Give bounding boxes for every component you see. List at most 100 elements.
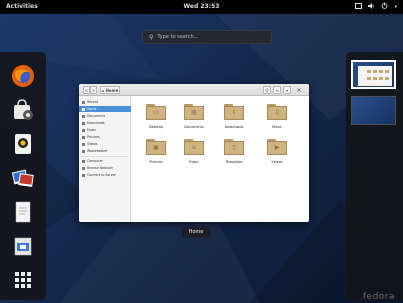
files-icon[interactable] <box>9 232 37 260</box>
path-label: Home <box>105 87 119 93</box>
folder-icon: ♫ <box>267 104 287 120</box>
place-icon <box>82 128 85 132</box>
folder-emblem-icon: ♫ <box>274 109 280 116</box>
sidebar-item-label: Browse Network <box>87 166 113 170</box>
screen-icon[interactable] <box>355 2 363 11</box>
folder-emblem-icon: ▭ <box>153 109 159 116</box>
search-placeholder: Type to search... <box>157 34 199 40</box>
place-icon <box>82 159 85 163</box>
place-icon <box>82 107 85 111</box>
folder-icon: ▣ <box>146 139 166 155</box>
sidebar-item-browse-network[interactable]: Browse Network <box>79 165 131 171</box>
activities-button[interactable]: Activities <box>6 3 38 10</box>
sidebar-item-music[interactable]: Music <box>79 127 131 133</box>
photos-icon[interactable] <box>9 164 37 192</box>
place-icon <box>82 166 85 170</box>
folder-emblem-icon: ▯ <box>232 144 236 151</box>
folder-item[interactable]: ▯ Templates <box>221 139 247 173</box>
folder-item[interactable]: ⇩ Downloads <box>221 104 247 138</box>
fedora-watermark: fedora <box>362 292 395 302</box>
menu-button[interactable]: ▾ <box>283 86 291 94</box>
folder-item[interactable]: ▤ Documents <box>181 104 207 138</box>
folder-emblem-icon: ⇩ <box>231 109 237 116</box>
app-grid-icon[interactable] <box>9 266 37 294</box>
folder-label: Documents <box>184 125 204 129</box>
sidebar-item-label: Computer <box>87 159 103 163</box>
sidebar-item-computer[interactable]: Computer <box>79 158 131 164</box>
sidebar-item-label: Videos <box>87 142 98 146</box>
power-icon[interactable] <box>381 2 388 11</box>
clock[interactable]: Wed 23:53 <box>184 3 220 10</box>
workspace-2-thumbnail[interactable] <box>351 96 396 125</box>
sidebar-item-downloads[interactable]: Downloads <box>79 120 131 126</box>
folder-icon: ⌂ <box>184 139 204 155</box>
sidebar-item-label: Pictures <box>87 135 100 139</box>
sidebar-item-label: Home <box>87 107 97 111</box>
home-icon: ⌂ <box>101 87 105 93</box>
workspace-1-thumbnail[interactable] <box>351 60 396 89</box>
folder-icon: ▤ <box>184 104 204 120</box>
sidebar-item-documents[interactable]: Documents <box>79 113 131 119</box>
dash <box>0 52 46 300</box>
folder-label: Downloads <box>224 125 244 129</box>
folder-item[interactable]: ▭ Desktop <box>143 104 169 138</box>
sidebar-separator <box>82 156 128 157</box>
place-icon <box>82 149 85 153</box>
clock-container: Wed 23:53 <box>0 3 403 10</box>
folder-item[interactable]: ⌂ Public <box>181 139 207 173</box>
search-button[interactable]: Q <box>263 86 271 94</box>
sidebar-item-label: Recent <box>87 100 99 104</box>
view-button[interactable]: ≡ <box>273 86 281 94</box>
sidebar-item-recent[interactable]: Recent <box>79 99 131 105</box>
workspace-switcher <box>346 52 403 300</box>
folder-label: Pictures <box>149 160 163 164</box>
sidebar: Recent Home Documents Downloads Music Picture… <box>79 96 131 222</box>
folder-item[interactable]: ▶ Videos <box>264 139 290 173</box>
sidebar-item-videos[interactable]: Videos <box>79 141 131 147</box>
system-tray[interactable]: ▾ <box>355 2 397 11</box>
folder-icon: ▯ <box>224 139 244 155</box>
place-icon <box>82 114 85 118</box>
close-button[interactable]: × <box>295 86 303 94</box>
folder-label: Music <box>272 125 282 129</box>
window-header: < > ⌂ Home Q ≡ ▾ × <box>79 84 309 96</box>
folder-icon: ▭ <box>146 104 166 120</box>
folder-label: Public <box>188 160 200 164</box>
document-icon[interactable] <box>9 198 37 226</box>
path-bar-home[interactable]: ⌂ Home <box>100 86 120 94</box>
sidebar-item-home[interactable]: Home <box>79 106 131 112</box>
sidebar-item-label: Downloads <box>87 121 105 125</box>
sidebar-item-label: Connect to Server <box>87 173 116 177</box>
sidebar-item-label: Wastebasket <box>87 149 108 153</box>
folder-label: Templates <box>225 160 243 164</box>
files-window[interactable]: < > ⌂ Home Q ≡ ▾ × Recent Home Documents Dow… <box>79 84 309 222</box>
top-bar: Activities Wed 23:53 ▾ <box>0 0 403 14</box>
place-icon <box>82 142 85 146</box>
place-icon <box>82 135 85 139</box>
back-button[interactable]: < <box>83 86 90 94</box>
folder-emblem-icon: ⌂ <box>192 144 196 151</box>
sidebar-item-pictures[interactable]: Pictures <box>79 134 131 140</box>
sidebar-item-connect-to-server[interactable]: Connect to Server <box>79 172 131 178</box>
folder-icon: ⇩ <box>224 104 244 120</box>
firefox-icon[interactable] <box>9 62 37 90</box>
rhythmbox-icon[interactable] <box>9 130 37 158</box>
folder-emblem-icon: ▤ <box>191 109 197 116</box>
window-caption[interactable]: Home <box>182 227 210 238</box>
place-icon <box>82 121 85 125</box>
sidebar-item-label: Music <box>87 128 97 132</box>
sidebar-item-label: Documents <box>87 114 106 118</box>
place-icon <box>82 100 85 104</box>
software-icon[interactable] <box>9 96 37 124</box>
volume-icon[interactable] <box>368 2 375 11</box>
search-input[interactable]: ⚲ Type to search... <box>142 30 272 44</box>
folder-item[interactable]: ▣ Pictures <box>143 139 169 173</box>
folder-item[interactable]: ♫ Music <box>264 104 290 138</box>
chevron-down-icon[interactable]: ▾ <box>394 4 397 10</box>
folder-emblem-icon: ▣ <box>153 144 159 151</box>
sidebar-item-wastebasket[interactable]: Wastebasket <box>79 148 131 154</box>
folder-label: Desktop <box>149 125 163 129</box>
forward-button[interactable]: > <box>90 86 97 94</box>
folder-icon: ▶ <box>267 139 287 155</box>
folder-emblem-icon: ▶ <box>274 144 280 151</box>
